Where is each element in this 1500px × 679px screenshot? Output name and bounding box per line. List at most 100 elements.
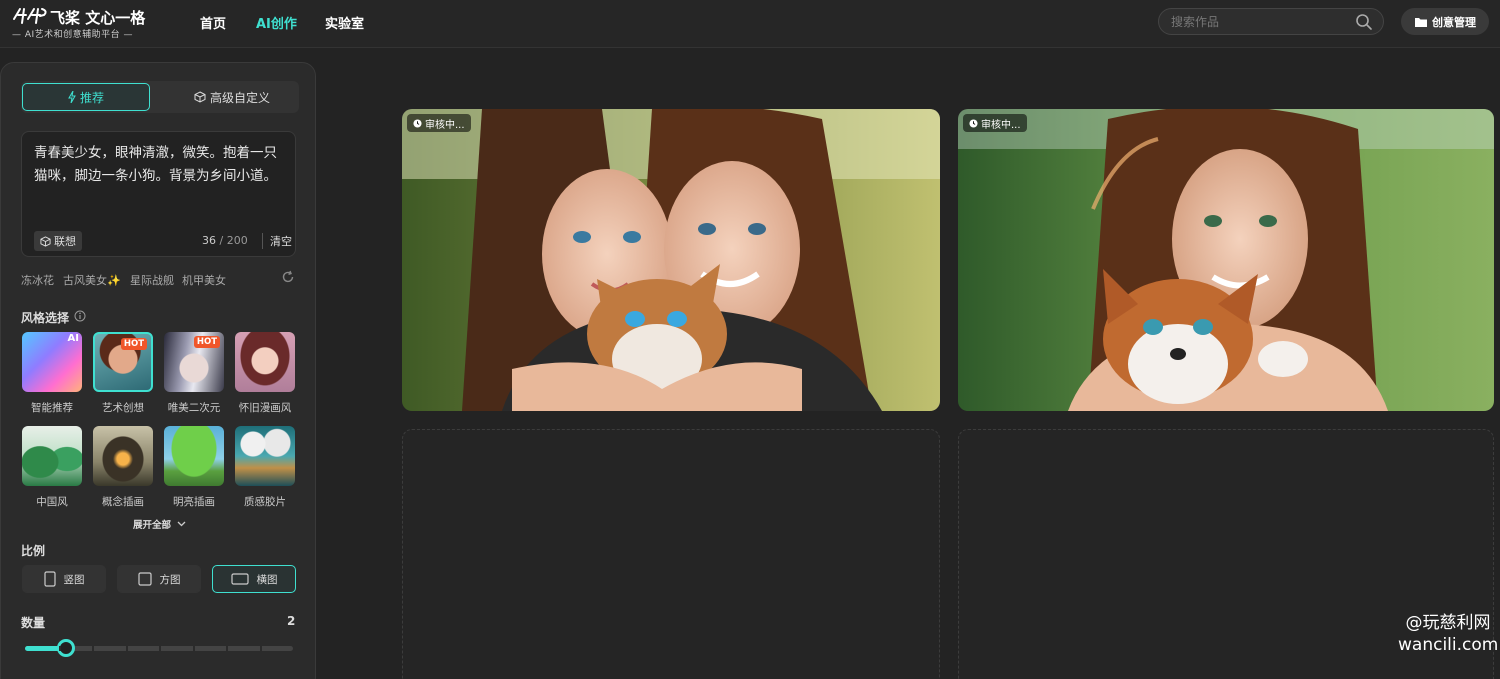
logo[interactable]: 飞桨 文心一格 — AI艺术和创意辅助平台 —: [12, 5, 146, 43]
watermark: @玩慈利网 wancili.com: [1398, 612, 1498, 656]
clock-icon: [969, 118, 978, 128]
anime-thumb: HOT: [164, 332, 224, 392]
expand-all-label: 展开全部: [133, 520, 172, 531]
tab-advanced-label: 高级自定义: [209, 90, 270, 105]
ratio-landscape-button[interactable]: 横图: [212, 565, 296, 593]
suggestion-tag[interactable]: 古风美女✨: [63, 272, 121, 288]
style-label: 艺术创想: [102, 402, 144, 414]
mode-tabs: 推荐 高级自定义: [21, 81, 299, 113]
chevron-down-icon: [177, 521, 186, 527]
result-image-2[interactable]: 审核中...: [958, 109, 1494, 411]
style-anime[interactable]: HOT 唯美二次元: [163, 332, 225, 415]
style-retro-comic[interactable]: 怀旧漫画风: [234, 332, 296, 415]
style-label: 质感胶片: [244, 496, 286, 508]
style-art-imagine[interactable]: HOT 艺术创想: [92, 332, 154, 415]
style-label: 明亮插画: [173, 496, 215, 508]
clock-icon: [413, 118, 422, 128]
status-label: 审核中...: [425, 119, 465, 131]
slider-tick: [192, 646, 195, 651]
creative-manage-button[interactable]: 创意管理: [1401, 8, 1489, 35]
ratio-portrait-button[interactable]: 竖图: [22, 565, 106, 593]
expand-all-button[interactable]: 展开全部: [133, 517, 186, 531]
cube-icon: [40, 235, 51, 247]
nav-ai-create[interactable]: AI创作: [256, 13, 297, 32]
tree-thumb: [164, 426, 224, 486]
search-icon[interactable]: [1355, 13, 1373, 31]
status-badge: 审核中...: [963, 114, 1027, 132]
style-smart-recommend[interactable]: AI 智能推荐: [21, 332, 83, 415]
slider-tick: [159, 646, 161, 651]
folder-icon: [1415, 17, 1427, 27]
info-icon[interactable]: [74, 310, 86, 322]
suggestion-tag[interactable]: 冻冰花: [21, 272, 54, 288]
result-image-1[interactable]: 审核中...: [402, 109, 940, 411]
top-header: 飞桨 文心一格 — AI艺术和创意辅助平台 — 首页 AI创作 实验室 创意管理: [0, 0, 1500, 48]
hot-badge: HOT: [193, 336, 220, 348]
suggestion-tag[interactable]: 机甲美女: [182, 272, 226, 288]
ratio-square-button[interactable]: 方图: [117, 565, 201, 593]
slider-tick: [92, 646, 94, 651]
char-max: / 200: [219, 234, 248, 247]
result-placeholder: [402, 429, 940, 679]
slider-tick: [259, 646, 262, 651]
associate-label: 联想: [54, 235, 76, 248]
portrait-thumb: HOT: [93, 332, 153, 392]
status-badge: 审核中...: [407, 114, 471, 132]
style-chinese[interactable]: 中国风: [21, 426, 83, 509]
square-ratio-icon: [137, 572, 152, 586]
portrait-ratio-icon: [43, 571, 56, 587]
lightning-icon: [68, 91, 76, 103]
generated-image-girls-with-cat: [402, 109, 940, 411]
char-count: 36: [202, 234, 216, 247]
tab-recommend-label: 推荐: [79, 90, 104, 105]
cube-icon: [194, 91, 206, 103]
style-concept[interactable]: 概念插画: [92, 426, 154, 509]
create-panel: 推荐 高级自定义 青春美少女，眼神清澈，微笑。抱着一只猫咪，脚边一条小狗。背景为…: [0, 62, 316, 679]
clouds-thumb: [235, 426, 295, 486]
style-section-title: 风格选择: [21, 311, 70, 325]
landscape-ratio-icon: [230, 573, 249, 585]
prompt-textarea[interactable]: 青春美少女，眼神清澈，微笑。抱着一只猫咪，脚边一条小狗。背景为乡间小道。 联想 …: [21, 131, 296, 257]
retro-anime-thumb: [235, 332, 295, 392]
tab-advanced[interactable]: 高级自定义: [165, 83, 299, 111]
watermark-line: wancili.com: [1398, 635, 1499, 655]
slider-tick: [58, 646, 61, 651]
status-label: 审核中...: [981, 119, 1021, 131]
associate-button[interactable]: 联想: [34, 231, 82, 251]
clear-button[interactable]: 清空: [262, 233, 292, 249]
creative-manage-label: 创意管理: [1432, 15, 1476, 29]
style-label: 智能推荐: [31, 402, 73, 414]
ratio-label: 方图: [159, 573, 181, 586]
ratio-section-title: 比例: [21, 544, 46, 558]
style-label: 概念插画: [102, 496, 144, 508]
nav-lab[interactable]: 实验室: [325, 13, 364, 32]
style-bright[interactable]: 明亮插画: [163, 426, 225, 509]
hot-badge: HOT: [120, 338, 147, 350]
quantity-value: 2: [287, 614, 296, 628]
tab-recommend[interactable]: 推荐: [22, 83, 150, 111]
style-film[interactable]: 质感胶片: [234, 426, 296, 509]
refresh-icon[interactable]: [281, 270, 295, 284]
search-input[interactable]: [1171, 13, 1351, 31]
style-label: 唯美二次元: [167, 402, 221, 414]
style-label: 怀旧漫画风: [238, 402, 292, 414]
prompt-text[interactable]: 青春美少女，眼神清澈，微笑。抱着一只猫咪，脚边一条小狗。背景为乡间小道。: [34, 142, 286, 188]
style-label: 中国风: [36, 496, 68, 508]
concept-house-thumb: [93, 426, 153, 486]
generated-image-girl-with-puppy: [958, 109, 1494, 411]
logo-name: 飞桨 文心一格: [50, 9, 146, 27]
search-box: [1158, 8, 1384, 35]
gradient-thumb: AI: [22, 332, 82, 392]
suggestion-tag[interactable]: 星际战舰: [130, 272, 174, 288]
paddle-logo-icon: [13, 8, 47, 24]
quantity-slider[interactable]: [25, 639, 293, 657]
slider-tick: [125, 646, 128, 651]
slider-tick: [226, 646, 228, 651]
logo-tagline: — AI艺术和创意辅助平台 —: [12, 30, 134, 40]
ai-badge: AI: [67, 333, 79, 344]
chinese-landscape-thumb: [22, 426, 82, 486]
nav-home[interactable]: 首页: [200, 13, 226, 32]
ratio-label: 竖图: [63, 573, 85, 586]
quantity-section-title: 数量: [21, 616, 46, 630]
ratio-label: 横图: [256, 573, 278, 586]
